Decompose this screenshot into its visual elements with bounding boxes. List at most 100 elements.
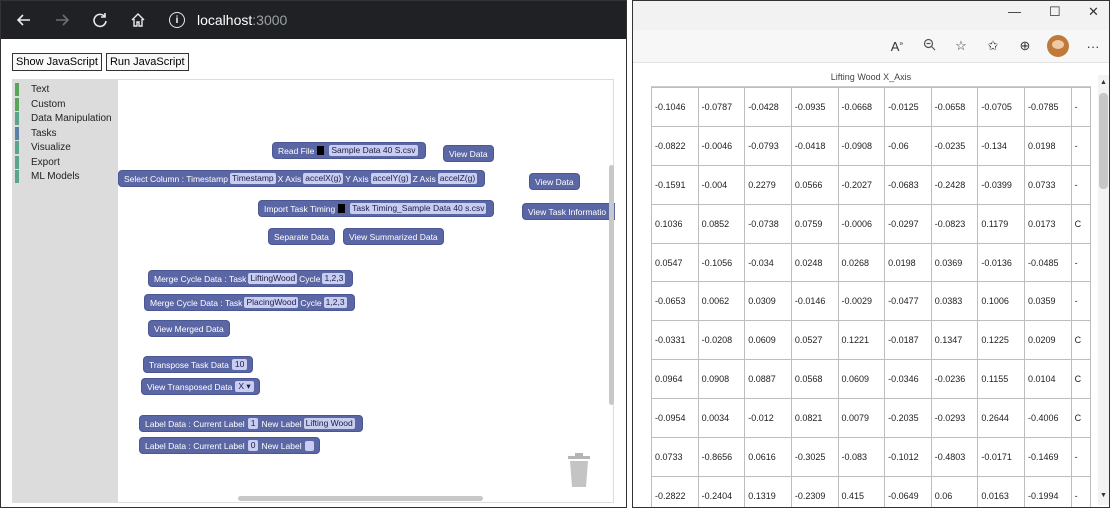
- read-aloud-icon[interactable]: A»: [881, 39, 913, 54]
- table-cell: -0.1469: [1024, 437, 1072, 477]
- task-timing-file-field[interactable]: Task Timing_Sample Data 40 s.csv: [350, 203, 487, 214]
- timestamp-field[interactable]: Timestamp: [229, 173, 276, 184]
- read-file-block[interactable]: Read File Sample Data 40 S.csv: [272, 142, 426, 159]
- import-task-label: Import Task Timing: [264, 203, 336, 214]
- label-data-block-2[interactable]: Label Data : Current Label 0 New Label: [139, 437, 320, 454]
- category-visualize[interactable]: Visualize: [13, 141, 118, 156]
- category-export[interactable]: Export: [13, 155, 118, 171]
- x-axis-field[interactable]: accelX(g): [303, 173, 344, 184]
- label-data-block-1[interactable]: Label Data : Current Label 1 New Label L…: [139, 415, 363, 432]
- table-vertical-scrollbar[interactable]: ▲ ▼: [1098, 75, 1109, 505]
- transpose-value-field[interactable]: 10: [231, 359, 248, 370]
- forward-icon[interactable]: [47, 5, 77, 35]
- workspace-horizontal-scrollbar[interactable]: [238, 496, 483, 501]
- table-cell: 0.0566: [790, 164, 839, 205]
- category-custom[interactable]: Custom: [13, 97, 118, 113]
- view-data-block-1[interactable]: View Data: [443, 145, 494, 162]
- table-cell: -0.0954: [651, 398, 699, 439]
- table-cell: 0.0527: [790, 320, 839, 361]
- profile-avatar-icon[interactable]: [1047, 35, 1069, 57]
- table-cell: -: [1070, 125, 1091, 166]
- info-icon[interactable]: i: [169, 12, 185, 28]
- table-cell: -0.0136: [977, 242, 1025, 283]
- table-cell: -0.0683: [884, 164, 932, 205]
- view-summarized-data-block[interactable]: View Summarized Data: [343, 228, 444, 245]
- read-file-label: Read File: [278, 145, 315, 156]
- scrollbar-thumb[interactable]: [1099, 93, 1108, 189]
- table-cell: C: [1070, 359, 1091, 400]
- collections-icon[interactable]: ⊕: [1009, 38, 1041, 54]
- view-transposed-data-block[interactable]: View Transposed Data X ▾: [141, 378, 260, 395]
- table-row: 0.0733 -0.8656 0.0616 -0.3025 -0.083 -0.1012-…: [651, 437, 1091, 477]
- table-cell: -: [1070, 281, 1091, 322]
- table-cell: C: [1070, 398, 1091, 439]
- table-cell: 0.0609: [837, 359, 886, 400]
- scroll-down-icon[interactable]: ▼: [1100, 492, 1107, 499]
- new-label-field-empty[interactable]: [304, 440, 314, 451]
- new-label-field[interactable]: Lifting Wood: [303, 418, 355, 429]
- back-icon[interactable]: [9, 5, 39, 35]
- table-cell: 0.0268: [837, 242, 886, 283]
- table-cell: -0.4803: [930, 437, 979, 477]
- table-cell: -0.2822: [651, 475, 699, 507]
- view-data-block-2[interactable]: View Data: [529, 173, 580, 190]
- address-bar[interactable]: i localhost:3000: [169, 12, 287, 28]
- category-data-manipulation[interactable]: Data Manipulation: [13, 112, 118, 127]
- view-merged-data-block[interactable]: View Merged Data: [148, 320, 230, 337]
- view-merged-label: View Merged Data: [154, 323, 224, 334]
- favorite-add-icon[interactable]: ☆: [945, 38, 977, 54]
- cycle-field[interactable]: 1,2,3: [323, 297, 347, 308]
- table-cell: -0.0787: [697, 87, 746, 127]
- url-host: localhost: [197, 12, 253, 28]
- separate-data-block[interactable]: Separate Data: [268, 228, 335, 245]
- category-tasks[interactable]: Tasks: [13, 126, 118, 142]
- scroll-up-icon[interactable]: ▲: [1100, 79, 1107, 86]
- current-label-field[interactable]: 0: [247, 440, 259, 451]
- table-row: -0.0954 0.0034 -0.012 0.0821 0.0079 -0.2035 -0…: [651, 398, 1091, 439]
- home-icon[interactable]: [123, 5, 153, 35]
- file-icon: [317, 146, 325, 155]
- import-task-timing-block[interactable]: Import Task Timing Task Timing_Sample Da…: [258, 200, 495, 217]
- table-cell: -0.1012: [884, 437, 932, 477]
- transpose-task-data-block[interactable]: Transpose Task Data 10: [143, 356, 254, 373]
- minimize-icon[interactable]: —: [1008, 4, 1021, 19]
- select-column-block[interactable]: Select Column : Timestamp Timestamp X Ax…: [118, 170, 486, 187]
- merge-cycle-lifting-block[interactable]: Merge Cycle Data : Task LiftingWood Cycl…: [148, 270, 354, 287]
- more-options-icon[interactable]: ···: [1083, 39, 1103, 54]
- axis-dropdown[interactable]: X ▾: [235, 381, 254, 392]
- y-axis-field[interactable]: accelY(g): [370, 173, 411, 184]
- table-row: -0.0822 -0.0046 -0.0793 -0.0418 -0.0908 -0.06…: [651, 125, 1091, 166]
- data-table: -0.1046 -0.0787 -0.0428 -0.0935 -0.0668 -0.01…: [651, 87, 1091, 507]
- zoom-icon[interactable]: [913, 38, 945, 54]
- table-cell: 0.0568: [790, 359, 839, 400]
- category-text[interactable]: Text: [13, 83, 118, 98]
- current-label-field[interactable]: 1: [247, 418, 259, 429]
- task-field[interactable]: LiftingWood: [248, 273, 298, 284]
- trash-icon[interactable]: [566, 452, 592, 488]
- merge-label: Merge Cycle Data : Task: [150, 297, 243, 308]
- table-row: -0.1046 -0.0787 -0.0428 -0.0935 -0.0668 -0.01…: [651, 87, 1091, 127]
- show-javascript-button[interactable]: Show JavaScript: [12, 53, 102, 71]
- workspace-vertical-scrollbar[interactable]: [609, 165, 614, 405]
- category-ml-models[interactable]: ML Models: [13, 170, 118, 185]
- table-cell: C: [1070, 320, 1091, 361]
- close-icon[interactable]: ✕: [1088, 4, 1099, 20]
- table-cell: -0.004: [697, 164, 746, 205]
- table-cell: C: [1070, 203, 1091, 244]
- table-cell: 0.1347: [930, 320, 979, 361]
- run-javascript-button[interactable]: Run JavaScript: [105, 53, 189, 71]
- table-cell: -: [1070, 475, 1091, 507]
- favorites-icon[interactable]: ✩: [977, 38, 1009, 54]
- table-cell: 0.0616: [744, 437, 792, 477]
- blockly-workspace[interactable]: Text Custom Data Manipulation Tasks Visu…: [12, 79, 615, 503]
- read-file-field[interactable]: Sample Data 40 S.csv: [329, 145, 418, 156]
- table-cell: -0.0793: [744, 125, 792, 166]
- maximize-icon[interactable]: ☐: [1049, 4, 1061, 20]
- reload-icon[interactable]: [85, 5, 115, 35]
- cycle-field[interactable]: 1,2,3: [322, 273, 346, 284]
- view-task-information-block[interactable]: View Task Informatio: [522, 203, 615, 220]
- z-axis-field[interactable]: accelZ(g): [437, 173, 478, 184]
- task-field[interactable]: PlacingWood: [244, 297, 299, 308]
- merge-cycle-placing-block[interactable]: Merge Cycle Data : Task PlacingWood Cycl…: [144, 294, 355, 311]
- table-cell: -0.2027: [837, 164, 886, 205]
